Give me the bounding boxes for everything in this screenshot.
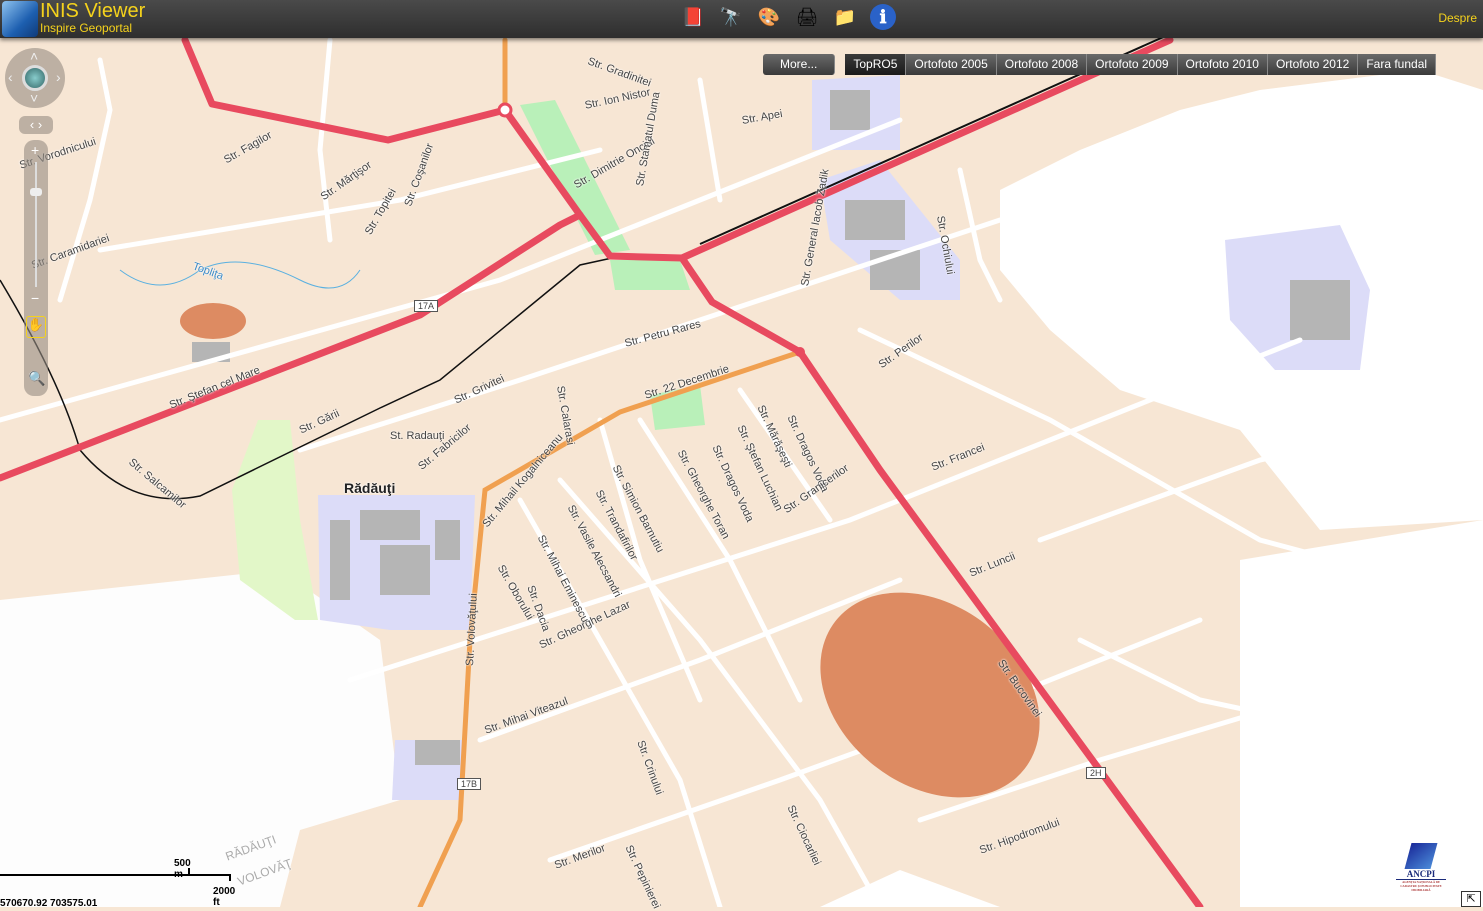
layer-ortofoto-2008[interactable]: Ortofoto 2008 bbox=[996, 54, 1088, 75]
zoom-slider[interactable]: + − ✋ 🔍 bbox=[24, 140, 48, 396]
binoculars-icon[interactable]: 🔭 bbox=[718, 4, 744, 30]
pan-down-icon[interactable]: ˅ bbox=[30, 90, 38, 106]
globe-icon[interactable] bbox=[22, 65, 48, 91]
zoom-track[interactable] bbox=[35, 162, 37, 287]
zoom-in-icon[interactable]: + bbox=[31, 142, 39, 158]
road-number: 17A bbox=[414, 300, 439, 312]
road-number: 2H bbox=[1086, 767, 1106, 779]
pan-left-icon[interactable]: ‹ bbox=[8, 69, 13, 85]
expand-overview-button[interactable]: ⇱ bbox=[1461, 891, 1481, 907]
history-control[interactable]: ‹ › bbox=[19, 116, 53, 134]
layer-ortofoto-2012[interactable]: Ortofoto 2012 bbox=[1267, 54, 1359, 75]
station-label: St. Radauţi bbox=[390, 430, 445, 442]
layer-ortofoto-2005[interactable]: Ortofoto 2005 bbox=[906, 54, 997, 75]
scale-imperial: 2000 ft bbox=[213, 886, 236, 908]
ancpi-emblem-icon bbox=[1404, 843, 1438, 869]
toolbar: 📕 🔭 🎨 🖨 📁 ℹ bbox=[680, 4, 896, 30]
next-extent-icon[interactable]: › bbox=[38, 117, 42, 132]
book-icon[interactable]: 📕 bbox=[680, 4, 706, 30]
open-field bbox=[1240, 520, 1483, 907]
pan-up-icon[interactable]: ˄ bbox=[30, 48, 38, 64]
pan-control[interactable]: ˄ ˅ ‹ › bbox=[5, 48, 65, 108]
layer-fara-fundal[interactable]: Fara fundal bbox=[1358, 54, 1437, 75]
layer-ortofoto-2009[interactable]: Ortofoto 2009 bbox=[1087, 54, 1178, 75]
hand-pan-icon[interactable]: ✋ bbox=[26, 316, 46, 338]
app-title: INIS Viewer bbox=[40, 0, 146, 22]
ancpi-logo: ANCPI AGENŢIA NAŢIONALĂ DE CADASTRU ŞI P… bbox=[1396, 843, 1446, 898]
ancpi-text: ANCPI bbox=[1396, 869, 1446, 880]
ancpi-caption: AGENŢIA NAŢIONALĂ DE CADASTRU ŞI PUBLICI… bbox=[1400, 880, 1442, 892]
road-number: 17B bbox=[457, 778, 482, 790]
folder-icon[interactable]: 📁 bbox=[832, 4, 858, 30]
stadium bbox=[180, 303, 246, 339]
city-label: Rădăuţi bbox=[344, 480, 396, 496]
previous-extent-icon[interactable]: ‹ bbox=[30, 117, 34, 132]
printer-icon[interactable]: 🖨 bbox=[794, 4, 820, 30]
palette-icon[interactable]: 🎨 bbox=[756, 4, 782, 30]
layer-topro5[interactable]: TopRO5 bbox=[845, 54, 907, 75]
info-icon[interactable]: ℹ bbox=[870, 4, 896, 30]
layer-switcher: More... TopRO5 Ortofoto 2005 Ortofoto 20… bbox=[763, 54, 1437, 75]
zoom-box-icon[interactable]: 🔍 bbox=[28, 370, 45, 387]
globe-logo-icon bbox=[2, 1, 38, 37]
more-layers-button[interactable]: More... bbox=[763, 54, 836, 75]
header-bar: INIS Viewer Inspire Geoportal 📕 🔭 🎨 🖨 📁 … bbox=[0, 0, 1483, 38]
cursor-coordinates: 570670.92 703575.01 bbox=[0, 898, 98, 909]
pan-right-icon[interactable]: › bbox=[56, 69, 61, 85]
zoom-handle[interactable] bbox=[30, 188, 42, 196]
app-subtitle: Inspire Geoportal bbox=[40, 21, 133, 35]
zoom-out-icon[interactable]: − bbox=[31, 290, 39, 306]
map-canvas[interactable] bbox=[0, 0, 1483, 907]
about-link[interactable]: Despre bbox=[1438, 11, 1477, 25]
layer-ortofoto-2010[interactable]: Ortofoto 2010 bbox=[1177, 54, 1268, 75]
park bbox=[610, 260, 690, 290]
